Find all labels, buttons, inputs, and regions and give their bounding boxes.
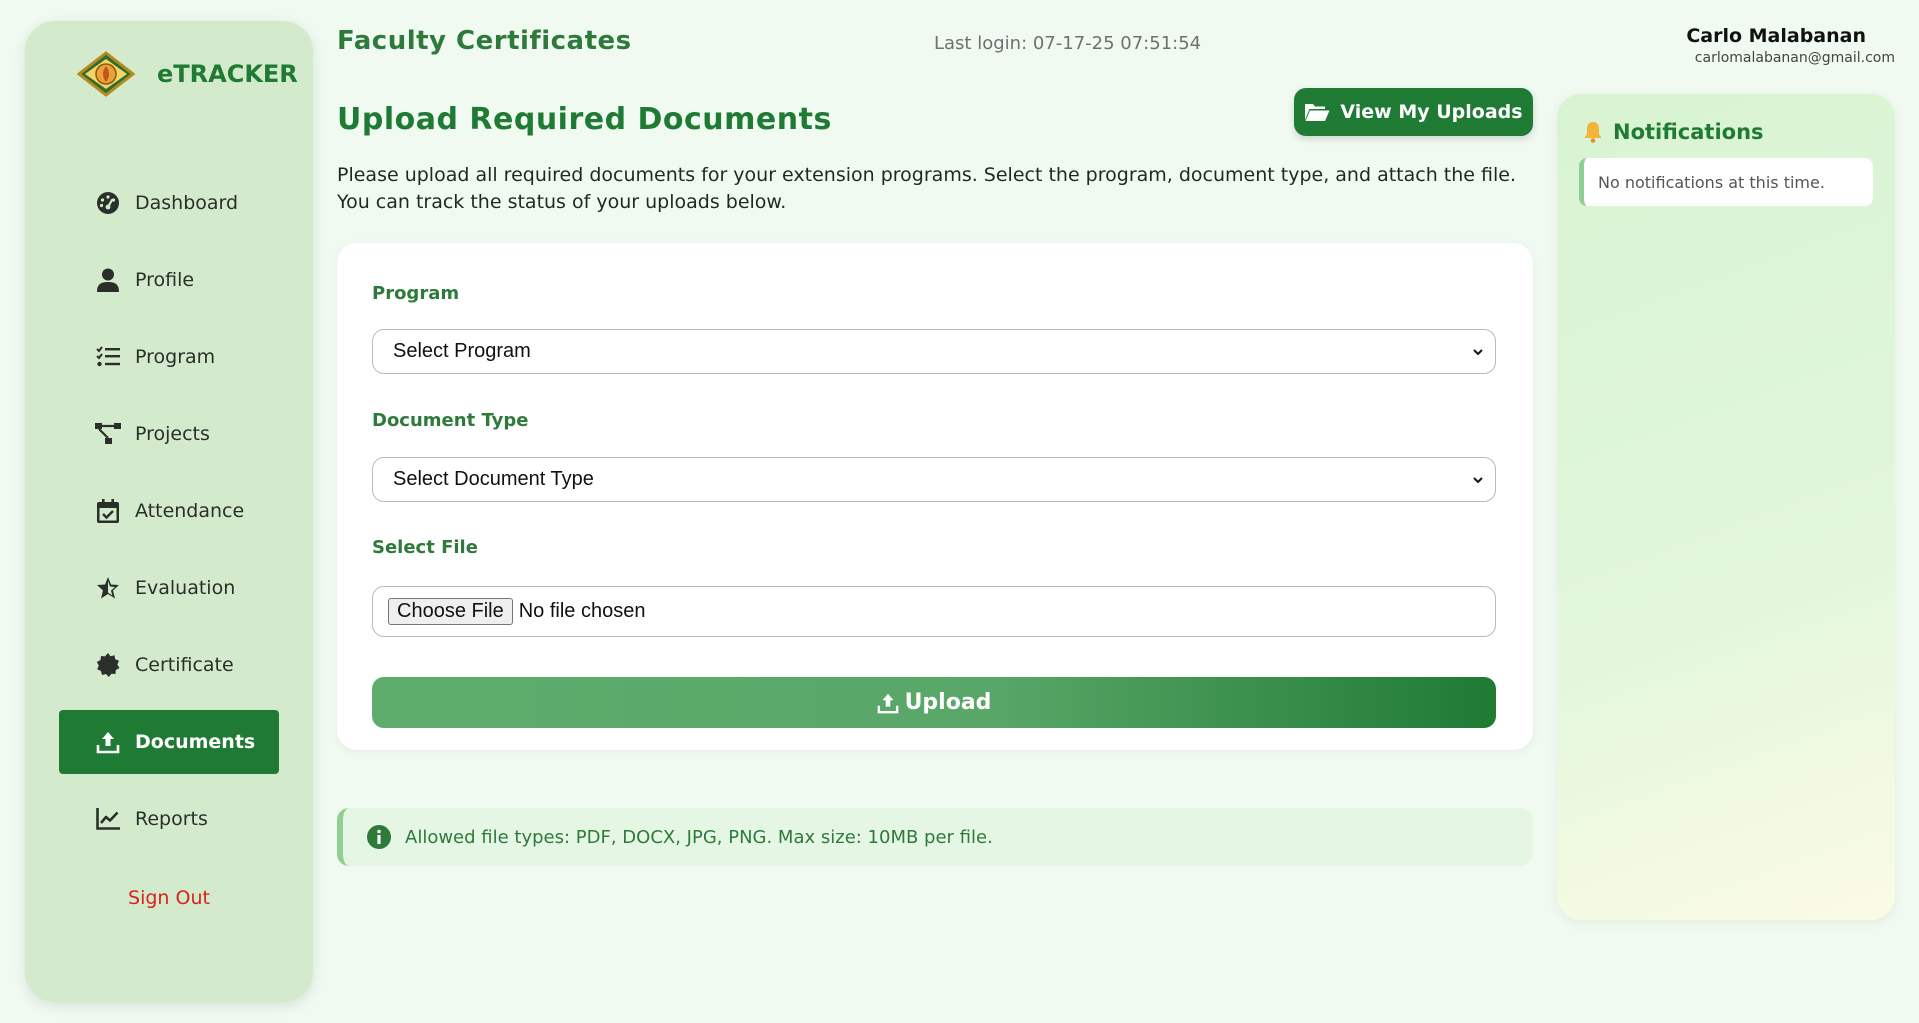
sidebar-item-reports[interactable]: Reports <box>59 787 279 851</box>
chart-line-icon <box>95 806 121 832</box>
document-type-select-value: Select Document Type <box>393 468 594 490</box>
sidebar-item-label: Program <box>135 346 216 368</box>
choose-file-button[interactable]: Choose File <box>388 598 513 625</box>
logo-icon <box>77 51 135 97</box>
certificate-icon <box>95 652 121 678</box>
sidebar-item-label: Reports <box>135 808 208 830</box>
sidebar-item-label: Evaluation <box>135 577 236 599</box>
document-type-select[interactable]: Select Document Type <box>372 457 1496 502</box>
program-select-value: Select Program <box>393 340 531 362</box>
last-login: Last login: 07-17-25 07:51:54 <box>934 33 1202 54</box>
file-input[interactable]: Choose File No file chosen <box>372 586 1496 637</box>
calendar-check-icon <box>95 498 121 524</box>
app-name: eTRACKER <box>157 60 298 88</box>
brand[interactable]: eTRACKER <box>77 51 298 97</box>
diagram-icon <box>95 421 121 447</box>
view-my-uploads-button[interactable]: View My Uploads <box>1294 88 1533 136</box>
page-description: Please upload all required documents for… <box>337 164 1516 213</box>
notifications-panel: Notifications No notifications at this t… <box>1557 94 1895 920</box>
page-title: Faculty Certificates <box>337 26 632 56</box>
upload-icon <box>877 693 898 713</box>
sidebar-item-profile[interactable]: Profile <box>59 248 279 312</box>
sidebar-item-label: Attendance <box>135 500 245 522</box>
folder-open-icon <box>1305 104 1330 121</box>
sidebar-item-dashboard[interactable]: Dashboard <box>59 171 279 235</box>
sidebar-item-projects[interactable]: Projects <box>59 402 279 466</box>
file-types-text: Allowed file types: PDF, DOCX, JPG, PNG.… <box>405 826 993 848</box>
user-name[interactable]: Carlo Malabanan <box>1686 25 1866 47</box>
upload-icon <box>95 729 121 755</box>
document-type-label: Document Type <box>372 410 529 431</box>
file-status: No file chosen <box>518 600 646 622</box>
program-select[interactable]: Select Program <box>372 329 1496 374</box>
sidebar-item-label: Dashboard <box>135 192 239 214</box>
list-check-icon <box>95 344 121 370</box>
star-icon <box>95 575 121 601</box>
upload-label: Upload <box>904 690 992 715</box>
upload-form-card: Program Select Program Document Type Sel… <box>337 243 1533 750</box>
chevron-down-icon <box>1473 349 1483 356</box>
file-types-info: Allowed file types: PDF, DOCX, JPG, PNG.… <box>337 808 1533 866</box>
program-label: Program <box>372 283 460 304</box>
sidebar-item-label: Documents <box>135 731 256 753</box>
sign-out-link[interactable]: Sign Out <box>25 887 313 909</box>
notification-empty-message: No notifications at this time. <box>1579 158 1873 206</box>
sidebar-item-label: Certificate <box>135 654 234 676</box>
sidebar-item-label: Projects <box>135 423 210 445</box>
sidebar-item-attendance[interactable]: Attendance <box>59 479 279 543</box>
sidebar-item-label: Profile <box>135 269 195 291</box>
sidebar-item-program[interactable]: Program <box>59 325 279 389</box>
sidebar-item-certificate[interactable]: Certificate <box>59 633 279 697</box>
user-icon <box>95 267 121 293</box>
sidebar-item-documents[interactable]: Documents <box>59 710 279 774</box>
upload-button[interactable]: Upload <box>372 677 1496 728</box>
gauge-icon <box>95 190 121 216</box>
user-email: carlomalabanan@gmail.com <box>1694 50 1895 66</box>
sidebar-nav: Dashboard Profile Program Projects Atten… <box>59 171 279 864</box>
notifications-title: Notifications <box>1583 120 1764 144</box>
sidebar: eTRACKER Dashboard Profile Program Proje… <box>25 21 313 1002</box>
sidebar-item-evaluation[interactable]: Evaluation <box>59 556 279 620</box>
chevron-down-icon <box>1473 477 1483 484</box>
select-file-label: Select File <box>372 537 478 558</box>
section-title: Upload Required Documents <box>337 102 832 137</box>
bell-icon <box>1584 122 1602 143</box>
info-icon <box>367 825 391 849</box>
notifications-title-text: Notifications <box>1613 120 1764 144</box>
view-my-uploads-label: View My Uploads <box>1340 101 1523 123</box>
